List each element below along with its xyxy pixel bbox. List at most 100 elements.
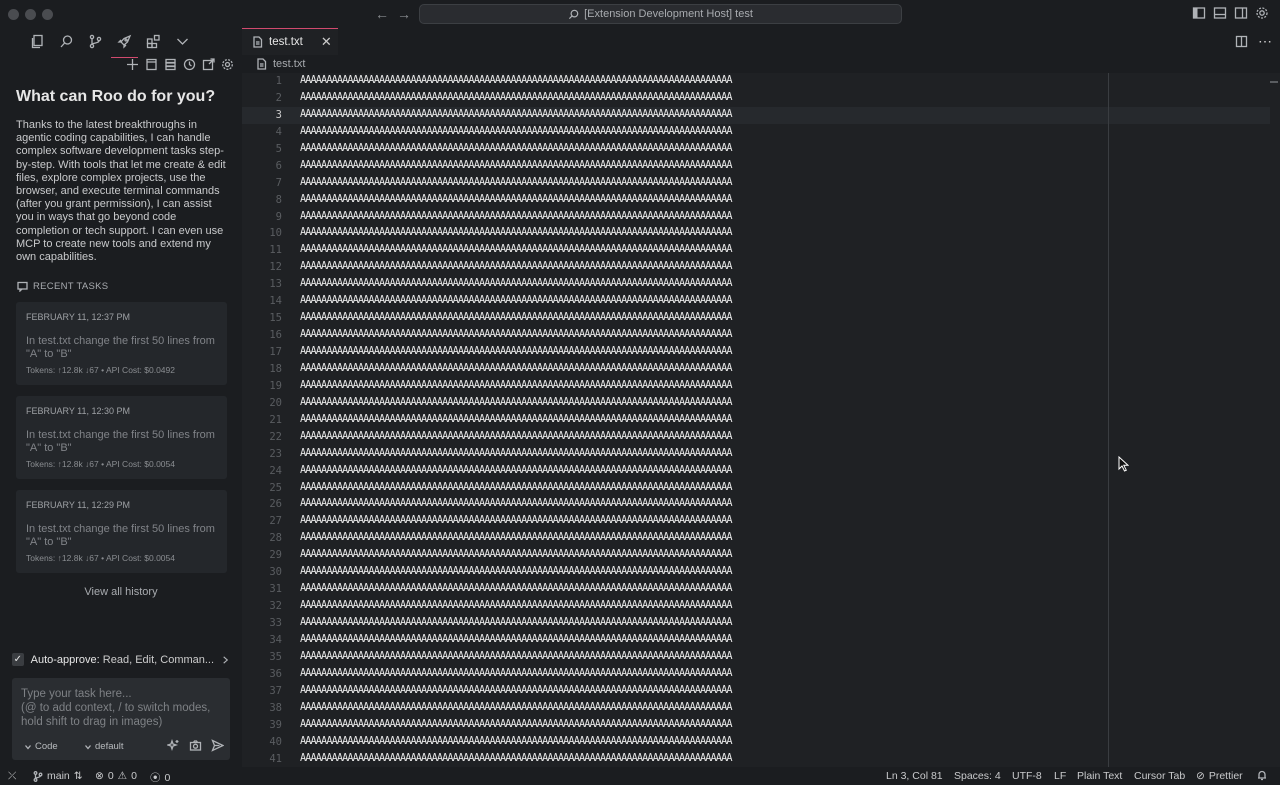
tab-test-txt[interactable]: test.txt ✕ xyxy=(242,28,338,55)
send-icon[interactable] xyxy=(211,739,224,752)
mode-selector[interactable]: Code xyxy=(24,741,58,752)
line-number: 21 xyxy=(269,413,282,426)
chevron-down-icon[interactable] xyxy=(175,34,190,49)
toggle-panel-icon[interactable] xyxy=(1213,6,1227,20)
recent-task-card[interactable]: FEBRUARY 11, 12:30 PM In test.txt change… xyxy=(16,396,227,479)
code-line[interactable]: AAAAAAAAAAAAAAAAAAAAAAAAAAAAAAAAAAAAAAAA… xyxy=(300,700,732,717)
camera-icon[interactable] xyxy=(189,739,202,752)
command-center[interactable]: [Extension Development Host] test xyxy=(419,4,902,24)
minimize-window-button[interactable] xyxy=(25,9,36,20)
cursor-tab[interactable]: Cursor Tab xyxy=(1134,770,1185,782)
code-line[interactable]: AAAAAAAAAAAAAAAAAAAAAAAAAAAAAAAAAAAAAAAA… xyxy=(300,124,732,141)
code-line[interactable]: AAAAAAAAAAAAAAAAAAAAAAAAAAAAAAAAAAAAAAAA… xyxy=(300,276,732,293)
remote-indicator-icon[interactable]: ⤫ xyxy=(8,770,16,783)
code-line[interactable]: AAAAAAAAAAAAAAAAAAAAAAAAAAAAAAAAAAAAAAAA… xyxy=(300,327,732,344)
code-line[interactable]: AAAAAAAAAAAAAAAAAAAAAAAAAAAAAAAAAAAAAAAA… xyxy=(300,141,732,158)
end-of-line[interactable]: LF xyxy=(1054,770,1066,782)
breadcrumb-file[interactable]: test.txt xyxy=(273,58,305,70)
split-editor-icon[interactable] xyxy=(1235,35,1248,48)
source-control-icon[interactable] xyxy=(88,34,103,49)
code-line[interactable]: AAAAAAAAAAAAAAAAAAAAAAAAAAAAAAAAAAAAAAAA… xyxy=(300,513,732,530)
code-line[interactable]: AAAAAAAAAAAAAAAAAAAAAAAAAAAAAAAAAAAAAAAA… xyxy=(300,90,732,107)
auto-approve-bar[interactable]: ✓ Auto-approve: Read, Edit, Comman... xyxy=(12,653,230,666)
code-line[interactable]: AAAAAAAAAAAAAAAAAAAAAAAAAAAAAAAAAAAAAAAA… xyxy=(300,242,732,259)
view-all-history-link[interactable]: View all history xyxy=(0,586,242,598)
scrollbar-marker[interactable] xyxy=(1270,81,1278,83)
chevron-right-icon[interactable] xyxy=(221,655,230,665)
mcp-servers-icon[interactable] xyxy=(164,58,177,71)
code-line[interactable]: AAAAAAAAAAAAAAAAAAAAAAAAAAAAAAAAAAAAAAAA… xyxy=(300,344,732,361)
code-line[interactable]: AAAAAAAAAAAAAAAAAAAAAAAAAAAAAAAAAAAAAAAA… xyxy=(300,480,732,497)
code-line[interactable]: AAAAAAAAAAAAAAAAAAAAAAAAAAAAAAAAAAAAAAAA… xyxy=(300,209,732,226)
roo-rocket-icon[interactable] xyxy=(111,34,138,58)
code-line[interactable]: AAAAAAAAAAAAAAAAAAAAAAAAAAAAAAAAAAAAAAAA… xyxy=(300,632,732,649)
code-line[interactable]: AAAAAAAAAAAAAAAAAAAAAAAAAAAAAAAAAAAAAAAA… xyxy=(300,547,732,564)
code-line[interactable]: AAAAAAAAAAAAAAAAAAAAAAAAAAAAAAAAAAAAAAAA… xyxy=(300,751,732,768)
code-line[interactable]: AAAAAAAAAAAAAAAAAAAAAAAAAAAAAAAAAAAAAAAA… xyxy=(300,158,732,175)
language-mode[interactable]: Plain Text xyxy=(1077,770,1122,782)
extensions-icon[interactable] xyxy=(146,34,161,49)
enhance-prompt-sparkle-icon[interactable] xyxy=(167,739,180,752)
code-line[interactable]: AAAAAAAAAAAAAAAAAAAAAAAAAAAAAAAAAAAAAAAA… xyxy=(300,463,732,480)
code-line[interactable]: AAAAAAAAAAAAAAAAAAAAAAAAAAAAAAAAAAAAAAAA… xyxy=(300,598,732,615)
task-date: FEBRUARY 11, 12:29 PM xyxy=(26,500,131,510)
code-line[interactable]: AAAAAAAAAAAAAAAAAAAAAAAAAAAAAAAAAAAAAAAA… xyxy=(300,496,732,513)
task-date: FEBRUARY 11, 12:37 PM xyxy=(26,312,131,322)
explorer-icon[interactable] xyxy=(30,34,45,49)
code-line[interactable]: AAAAAAAAAAAAAAAAAAAAAAAAAAAAAAAAAAAAAAAA… xyxy=(300,293,732,310)
code-editor[interactable]: 1 2 3 4 5 6 7 8 9 10 11 12 13 14 15 16 17 18 19 20 21 22 23 24 2… xyxy=(242,73,1280,767)
settings-gear-icon[interactable] xyxy=(1255,6,1269,20)
code-line[interactable]: AAAAAAAAAAAAAAAAAAAAAAAAAAAAAAAAAAAAAAAA… xyxy=(300,175,732,192)
close-tab-icon[interactable]: ✕ xyxy=(321,34,332,50)
code-line[interactable]: AAAAAAAAAAAAAAAAAAAAAAAAAAAAAAAAAAAAAAAA… xyxy=(300,395,732,412)
code-line[interactable]: AAAAAAAAAAAAAAAAAAAAAAAAAAAAAAAAAAAAAAAA… xyxy=(300,446,732,463)
task-input-box[interactable]: Type your task here... (@ to add context… xyxy=(12,678,230,760)
prompts-icon[interactable] xyxy=(145,58,158,71)
code-line[interactable]: AAAAAAAAAAAAAAAAAAAAAAAAAAAAAAAAAAAAAAAA… xyxy=(300,73,732,90)
code-line[interactable]: AAAAAAAAAAAAAAAAAAAAAAAAAAAAAAAAAAAAAAAA… xyxy=(300,564,732,581)
back-arrow-icon[interactable]: ← xyxy=(375,6,389,22)
breadcrumb[interactable]: test.txt xyxy=(256,58,305,70)
ports-indicator[interactable]: ⦿ 0 xyxy=(150,770,170,785)
recent-task-card[interactable]: FEBRUARY 11, 12:37 PM In test.txt change… xyxy=(16,302,227,385)
new-task-plus-icon[interactable] xyxy=(126,58,139,71)
code-line[interactable]: AAAAAAAAAAAAAAAAAAAAAAAAAAAAAAAAAAAAAAAA… xyxy=(300,225,732,242)
history-icon[interactable] xyxy=(183,58,196,71)
search-icon[interactable] xyxy=(59,34,74,49)
code-line[interactable]: AAAAAAAAAAAAAAAAAAAAAAAAAAAAAAAAAAAAAAAA… xyxy=(300,429,732,446)
code-line[interactable]: AAAAAAAAAAAAAAAAAAAAAAAAAAAAAAAAAAAAAAAA… xyxy=(300,259,732,276)
code-line[interactable]: AAAAAAAAAAAAAAAAAAAAAAAAAAAAAAAAAAAAAAAA… xyxy=(300,107,732,124)
settings-gear-icon[interactable] xyxy=(221,58,234,71)
code-line[interactable]: AAAAAAAAAAAAAAAAAAAAAAAAAAAAAAAAAAAAAAAA… xyxy=(300,666,732,683)
cursor-position[interactable]: Ln 3, Col 81 xyxy=(886,770,943,782)
popout-icon[interactable] xyxy=(202,58,215,71)
encoding[interactable]: UTF-8 xyxy=(1012,770,1042,782)
close-window-button[interactable] xyxy=(8,9,19,20)
code-line[interactable]: AAAAAAAAAAAAAAAAAAAAAAAAAAAAAAAAAAAAAAAA… xyxy=(300,530,732,547)
code-line[interactable]: AAAAAAAAAAAAAAAAAAAAAAAAAAAAAAAAAAAAAAAA… xyxy=(300,734,732,751)
code-line[interactable]: AAAAAAAAAAAAAAAAAAAAAAAAAAAAAAAAAAAAAAAA… xyxy=(300,649,732,666)
code-line[interactable]: AAAAAAAAAAAAAAAAAAAAAAAAAAAAAAAAAAAAAAAA… xyxy=(300,361,732,378)
code-content[interactable]: AAAAAAAAAAAAAAAAAAAAAAAAAAAAAAAAAAAAAAAA… xyxy=(300,73,732,767)
code-line[interactable]: AAAAAAAAAAAAAAAAAAAAAAAAAAAAAAAAAAAAAAAA… xyxy=(300,378,732,395)
indentation[interactable]: Spaces: 4 xyxy=(954,770,1001,782)
toggle-secondary-sidebar-icon[interactable] xyxy=(1234,6,1248,20)
code-line[interactable]: AAAAAAAAAAAAAAAAAAAAAAAAAAAAAAAAAAAAAAAA… xyxy=(300,717,732,734)
more-actions-icon[interactable]: ⋯ xyxy=(1258,33,1272,50)
forward-arrow-icon[interactable]: → xyxy=(397,6,411,22)
code-line[interactable]: AAAAAAAAAAAAAAAAAAAAAAAAAAAAAAAAAAAAAAAA… xyxy=(300,310,732,327)
notifications-bell-icon[interactable] xyxy=(1257,770,1267,781)
zoom-window-button[interactable] xyxy=(42,9,53,20)
problems-indicator[interactable]: ⊗ 0 ⚠ 0 xyxy=(95,770,137,782)
config-selector[interactable]: default xyxy=(84,741,124,752)
code-line[interactable]: AAAAAAAAAAAAAAAAAAAAAAAAAAAAAAAAAAAAAAAA… xyxy=(300,581,732,598)
toggle-primary-sidebar-icon[interactable] xyxy=(1192,6,1206,20)
code-line[interactable]: AAAAAAAAAAAAAAAAAAAAAAAAAAAAAAAAAAAAAAAA… xyxy=(300,192,732,209)
code-line[interactable]: AAAAAAAAAAAAAAAAAAAAAAAAAAAAAAAAAAAAAAAA… xyxy=(300,683,732,700)
auto-approve-checkbox[interactable]: ✓ xyxy=(12,653,24,666)
recent-task-card[interactable]: FEBRUARY 11, 12:29 PM In test.txt change… xyxy=(16,490,227,573)
code-line[interactable]: AAAAAAAAAAAAAAAAAAAAAAAAAAAAAAAAAAAAAAAA… xyxy=(300,615,732,632)
branch-indicator[interactable]: main ⇅ xyxy=(33,770,83,782)
code-line[interactable]: AAAAAAAAAAAAAAAAAAAAAAAAAAAAAAAAAAAAAAAA… xyxy=(300,412,732,429)
prettier-status[interactable]: ⊘ Prettier xyxy=(1196,770,1243,782)
